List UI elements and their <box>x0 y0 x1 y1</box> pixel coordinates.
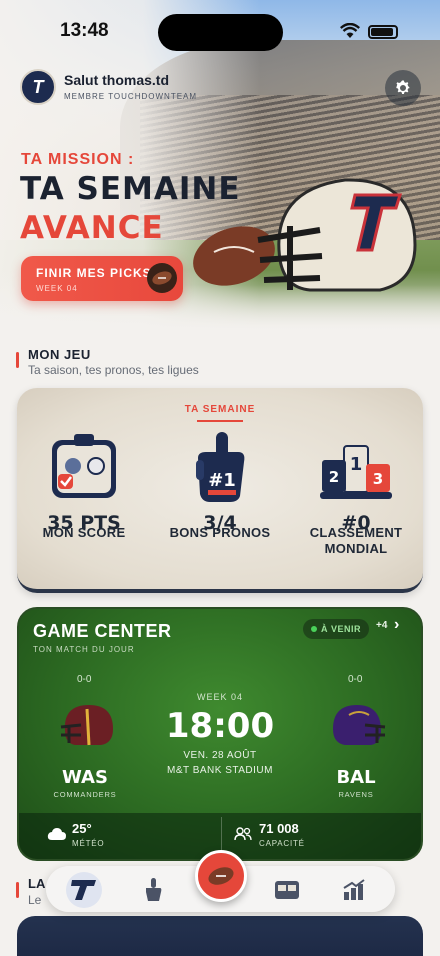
section-title: MON JEU <box>28 347 91 362</box>
avatar[interactable]: T <box>20 69 56 105</box>
play-picks-fab[interactable] <box>195 850 247 902</box>
status-time: 13:48 <box>60 20 109 41</box>
home-record: 0-0 <box>77 674 92 685</box>
svg-text:3: 3 <box>373 470 383 488</box>
game-center-subtitle: TON MATCH DU JOUR <box>33 645 135 654</box>
more-games-count[interactable]: +4 <box>376 620 387 631</box>
dynamic-island <box>158 14 283 51</box>
tab-rankings[interactable] <box>336 872 372 908</box>
mission-label: TA MISSION : <box>21 151 135 168</box>
tab-picks[interactable] <box>135 872 171 908</box>
weather-label: MÉTÉO <box>72 839 105 848</box>
gear-icon <box>396 80 410 94</box>
foam-finger-icon: #1 <box>196 432 245 502</box>
home-logo-icon <box>71 880 96 900</box>
scoreboard-icon <box>275 881 299 899</box>
section-title: LA <box>28 876 46 891</box>
kickoff-time: 18:00 <box>165 706 275 746</box>
hero-headline-accent: AVANCE <box>20 210 164 246</box>
game-date: VEN. 28 AOÛT <box>183 750 257 761</box>
stats-chart-icon <box>343 879 365 900</box>
section-subtitle: Ta saison, tes pronos, tes ligues <box>28 363 199 377</box>
section-accent <box>16 352 19 368</box>
chevron-right-icon[interactable]: › <box>394 616 399 634</box>
svg-text:#1: #1 <box>208 470 236 491</box>
capacity-label: CAPACITÉ <box>259 839 305 848</box>
status-bar: 13:48 <box>0 0 440 60</box>
away-team-name: RAVENS <box>338 790 374 799</box>
tab-home[interactable] <box>66 872 102 908</box>
people-icon <box>234 827 252 841</box>
helmet-icon <box>257 178 417 292</box>
game-week: WEEK 04 <box>196 692 243 702</box>
game-venue: M&T BANK STADIUM <box>167 765 273 776</box>
section-accent <box>16 882 19 898</box>
status-badge: À VENIR <box>303 619 369 639</box>
status-text: À VENIR <box>320 624 361 634</box>
cloud-icon <box>47 828 66 840</box>
game-center-card[interactable]: GAME CENTER TON MATCH DU JOUR À VENIR +4… <box>17 607 423 861</box>
weekly-stats-card: TA SEMAINE MON SCORE 35 PTS #1 BONS PRON… <box>17 388 423 593</box>
scoreboard-icon <box>52 434 116 498</box>
capacity-value: 71 008 <box>259 821 299 836</box>
battery-icon <box>368 25 398 39</box>
weather-value: 25° <box>72 821 92 836</box>
stat-world-rank[interactable]: 1 2 3 CLASSEMENT MONDIAL <box>291 430 421 557</box>
podium-icon: 1 2 3 <box>320 445 392 499</box>
section-subtitle: Le <box>28 893 42 907</box>
stat-value: 3/4 <box>203 512 237 534</box>
wifi-icon <box>340 23 360 38</box>
svg-text:2: 2 <box>329 468 339 486</box>
cta-label: FINIR MES PICKS <box>36 266 152 280</box>
away-record: 0-0 <box>348 674 363 685</box>
stat-value: 35 PTS <box>47 512 121 534</box>
member-label: MEMBRE TOUCHDOWNTEAM <box>64 92 198 101</box>
stat-value: #0 <box>341 512 371 534</box>
status-dot <box>310 626 317 632</box>
home-team-name: COMMANDERS <box>53 790 117 799</box>
svg-text:1: 1 <box>350 454 363 475</box>
card-tag: TA SEMAINE <box>184 404 256 415</box>
foam-finger-icon <box>146 878 162 901</box>
cta-week: WEEK 04 <box>36 284 78 293</box>
football-icon <box>208 867 234 885</box>
avatar-letter: T <box>32 76 44 97</box>
game-center-title: GAME CENTER <box>33 621 172 641</box>
football-icon <box>147 263 177 293</box>
hero-headline: TA SEMAINE <box>20 171 241 207</box>
settings-button[interactable] <box>385 70 421 106</box>
finish-picks-button[interactable]: FINIR MES PICKS WEEK 04 <box>21 256 183 301</box>
tab-scores[interactable] <box>269 872 305 908</box>
greeting: Salut thomas.td <box>64 72 170 88</box>
leagues-card[interactable] <box>17 916 423 956</box>
